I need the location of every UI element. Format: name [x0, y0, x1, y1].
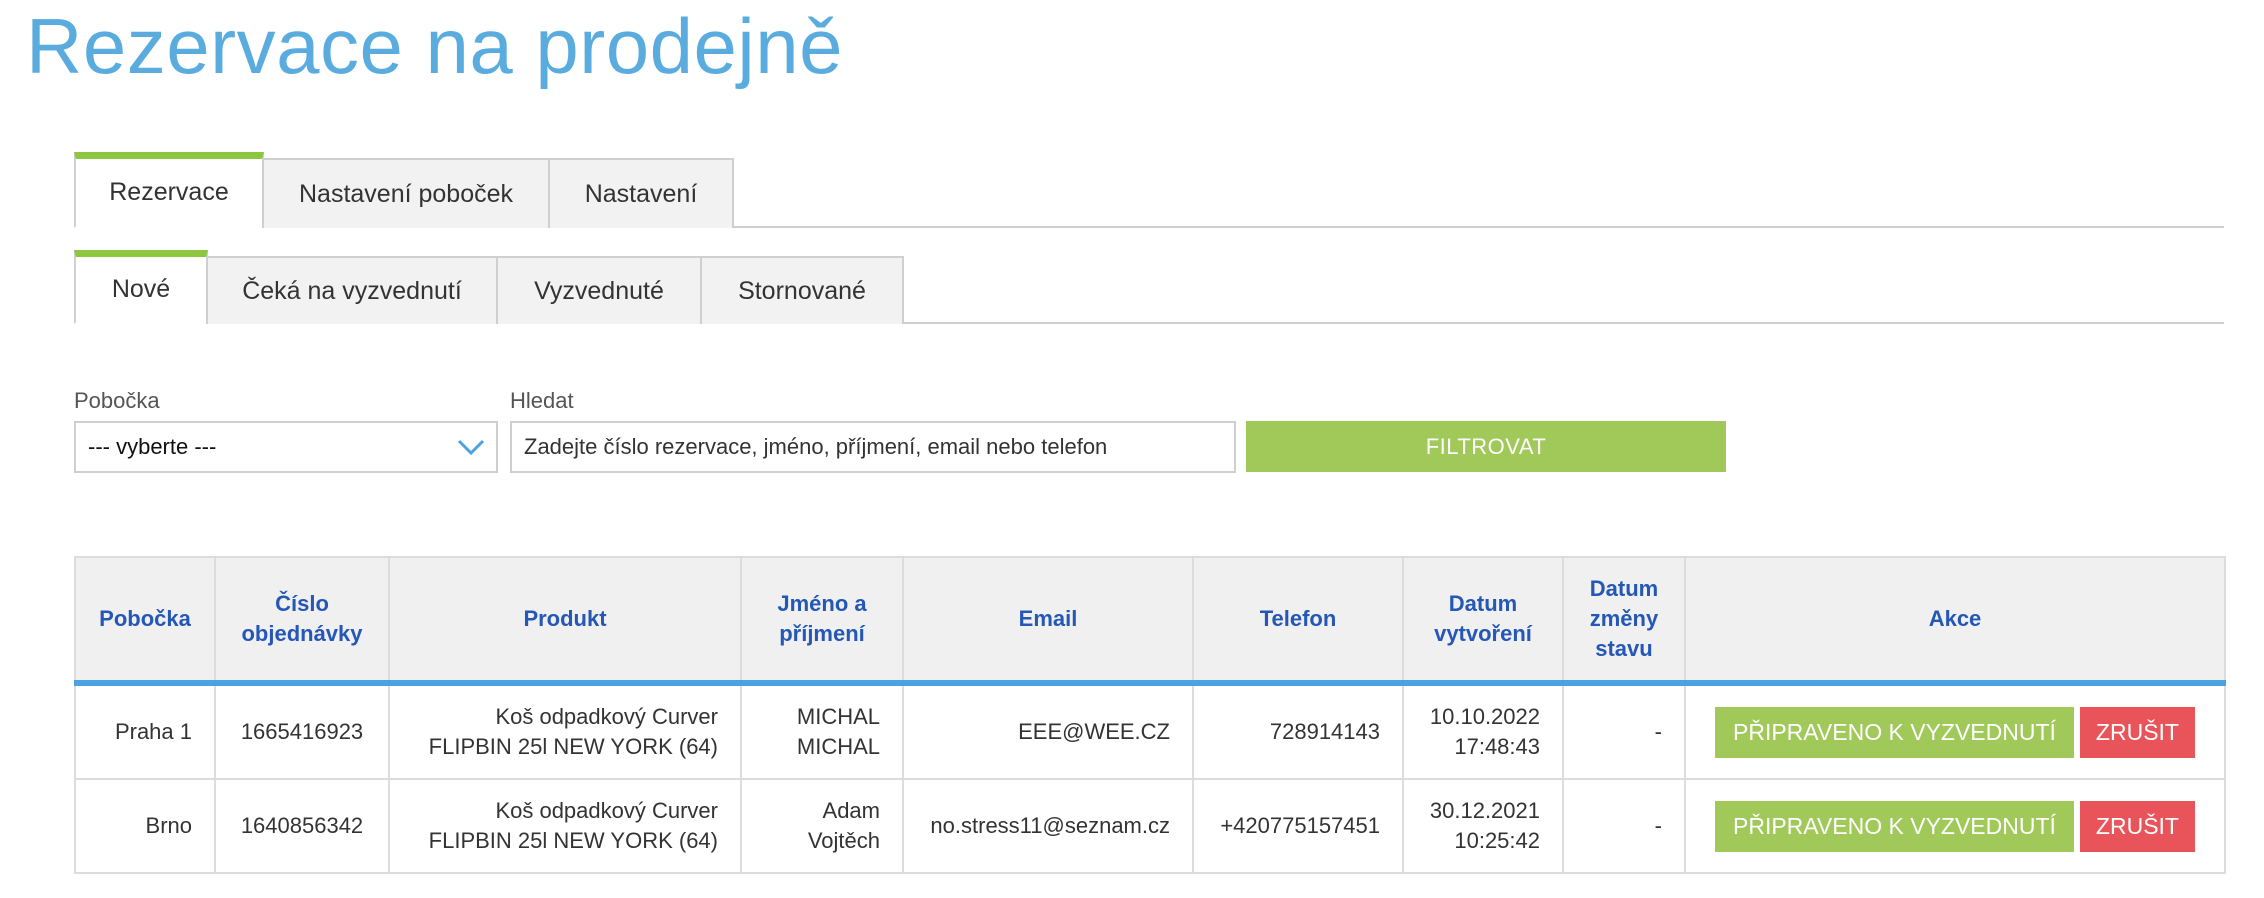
- branch-select-value: --- vyberte ---: [88, 434, 217, 459]
- cell-product: Koš odpadkový Curver FLIPBIN 25l NEW YORK…: [388, 682, 742, 780]
- column-header[interactable]: Jméno a příjmení: [740, 556, 904, 686]
- row-actions: PŘIPRAVENO K VYZVEDNUTÍ ZRUŠIT: [1708, 800, 2202, 852]
- cancel-button[interactable]: ZRUŠIT: [2079, 706, 2195, 758]
- main-tabs: Rezervace Nastavení poboček Nastavení: [74, 152, 2224, 228]
- filter-button[interactable]: FILTROVAT: [1246, 421, 1726, 472]
- cancel-button[interactable]: ZRUŠIT: [2079, 800, 2195, 852]
- name-line: Vojtěch: [807, 828, 880, 853]
- created-time: 17:48:43: [1454, 734, 1540, 759]
- cell-branch: Praha 1: [74, 682, 216, 780]
- name-line: MICHAL: [796, 734, 880, 759]
- chevron-down-icon: [457, 439, 485, 456]
- search-placeholder: Zadejte číslo rezervace, jméno, příjmení…: [524, 434, 1108, 459]
- tab-rezervace[interactable]: Rezervace: [74, 152, 264, 228]
- cell-status-changed: -: [1562, 778, 1686, 874]
- tab-label: Čeká na vyzvednutí: [242, 276, 462, 305]
- tab-label: Stornované: [738, 276, 866, 305]
- column-header[interactable]: Telefon: [1192, 556, 1404, 686]
- name-line: MICHAL: [796, 704, 880, 729]
- cell-email: EEE@WEE.CZ: [902, 682, 1194, 780]
- column-header[interactable]: Číslo objednávky: [214, 556, 390, 686]
- table-row: Brno 1640856342 Koš odpadkový Curver FLIP…: [74, 778, 2226, 874]
- cell-branch: Brno: [74, 778, 216, 874]
- cell-phone: 728914143: [1192, 682, 1404, 780]
- status-tabs: Nové Čeká na vyzvednutí Vyzvednuté Storn…: [74, 250, 2224, 324]
- tab-nove[interactable]: Nové: [74, 250, 208, 324]
- cell-order-number: 1640856342: [214, 778, 390, 874]
- created-date: 10.10.2022: [1429, 704, 1540, 729]
- table-header-row: Pobočka Číslo objednávky Produkt Jméno a…: [74, 556, 2226, 686]
- ready-for-pickup-button[interactable]: PŘIPRAVENO K VYZVEDNUTÍ: [1715, 800, 2074, 852]
- reservations-table: Pobočka Číslo objednávky Produkt Jméno a…: [74, 556, 2226, 874]
- tab-nastaveni[interactable]: Nastavení: [548, 158, 734, 228]
- search-input[interactable]: Zadejte číslo rezervace, jméno, příjmení…: [510, 421, 1236, 473]
- tab-label: Rezervace: [109, 178, 229, 206]
- column-header[interactable]: Email: [902, 556, 1194, 686]
- product-line: FLIPBIN 25l NEW YORK (64): [428, 828, 718, 853]
- column-header[interactable]: Produkt: [388, 556, 742, 686]
- created-time: 10:25:42: [1454, 828, 1540, 853]
- cell-name: MICHAL MICHAL: [740, 682, 904, 780]
- product-line: Koš odpadkový Curver: [495, 798, 718, 823]
- created-date: 30.12.2021: [1429, 798, 1540, 823]
- product-line: Koš odpadkový Curver: [495, 704, 718, 729]
- ready-for-pickup-button[interactable]: PŘIPRAVENO K VYZVEDNUTÍ: [1715, 706, 2074, 758]
- cell-created: 10.10.2022 17:48:43: [1402, 682, 1564, 780]
- tab-label: Vyzvednuté: [534, 276, 664, 305]
- column-header[interactable]: Pobočka: [74, 556, 216, 686]
- column-header[interactable]: Datum změny stavu: [1562, 556, 1686, 686]
- tab-nastaveni-pobocek[interactable]: Nastavení poboček: [262, 158, 550, 228]
- page-title: Rezervace na prodejně: [26, 2, 844, 90]
- tab-stornovane[interactable]: Stornované: [700, 256, 904, 324]
- tab-label: Nastavení poboček: [298, 179, 514, 208]
- table-row: Praha 1 1665416923 Koš odpadkový Curver F…: [74, 682, 2226, 780]
- search-label: Hledat: [510, 388, 574, 413]
- name-line: Adam: [822, 798, 880, 823]
- cell-status-changed: -: [1562, 682, 1686, 780]
- tab-ceka-na-vyzvednuti[interactable]: Čeká na vyzvednutí: [206, 256, 498, 324]
- cell-order-number: 1665416923: [214, 682, 390, 780]
- cell-email: no.stress11@seznam.cz: [902, 778, 1194, 874]
- branch-filter-label: Pobočka: [74, 388, 160, 413]
- tab-label: Nastavení: [584, 179, 698, 208]
- column-header: Akce: [1684, 556, 2226, 686]
- cell-actions: PŘIPRAVENO K VYZVEDNUTÍ ZRUŠIT: [1684, 778, 2226, 874]
- cell-created: 30.12.2021 10:25:42: [1402, 778, 1564, 874]
- row-actions: PŘIPRAVENO K VYZVEDNUTÍ ZRUŠIT: [1708, 706, 2202, 758]
- branch-select[interactable]: --- vyberte ---: [74, 421, 498, 473]
- cell-product: Koš odpadkový Curver FLIPBIN 25l NEW YORK…: [388, 778, 742, 874]
- cell-actions: PŘIPRAVENO K VYZVEDNUTÍ ZRUŠIT: [1684, 682, 2226, 780]
- tab-label: Nové: [111, 275, 171, 303]
- tab-vyzvednute[interactable]: Vyzvednuté: [496, 256, 702, 324]
- column-header[interactable]: Datum vytvoření: [1402, 556, 1564, 686]
- cell-phone: +420775157451: [1192, 778, 1404, 874]
- product-line: FLIPBIN 25l NEW YORK (64): [428, 734, 718, 759]
- cell-name: Adam Vojtěch: [740, 778, 904, 874]
